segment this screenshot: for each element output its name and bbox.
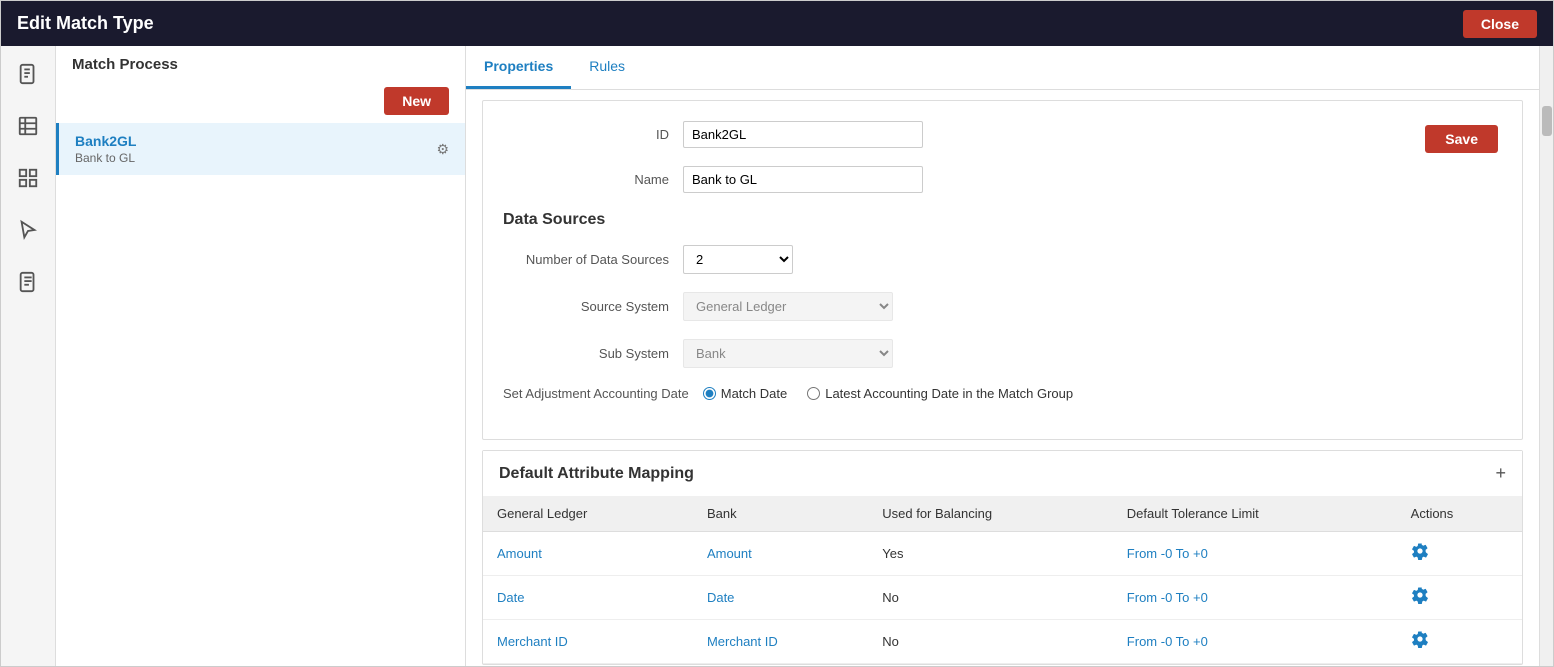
cell-tolerance: From -0 To +0 <box>1113 576 1397 620</box>
cell-bank: Amount <box>693 532 868 576</box>
radio-match-date-label: Match Date <box>721 386 787 401</box>
attr-table: General Ledger Bank Used for Balancing D… <box>483 496 1522 664</box>
close-button[interactable]: Close <box>1463 10 1537 38</box>
new-button[interactable]: New <box>384 87 449 115</box>
content-scroll: Save ID Name Data Sources <box>466 90 1539 666</box>
source-system-group: Source System General Ledger <box>503 292 1502 321</box>
col-bank: Bank <box>693 496 868 532</box>
name-input[interactable] <box>683 166 923 193</box>
left-icon-bar <box>1 46 56 666</box>
num-data-sources-label: Number of Data Sources <box>503 252 683 267</box>
col-actions: Actions <box>1397 496 1522 532</box>
radio-latest-date-input[interactable] <box>807 387 820 400</box>
sub-system-label: Sub System <box>503 346 683 361</box>
col-used-for-balancing: Used for Balancing <box>868 496 1113 532</box>
properties-panel: Save ID Name Data Sources <box>482 100 1523 440</box>
id-label: ID <box>503 127 683 142</box>
table-row: Merchant ID Merchant ID No From -0 To +0 <box>483 620 1522 664</box>
name-label: Name <box>503 172 683 187</box>
name-field-group: Name <box>503 166 1502 193</box>
note-icon[interactable] <box>10 264 46 300</box>
id-field-group: ID <box>503 121 1502 148</box>
grid-icon[interactable] <box>10 160 46 196</box>
sub-system-group: Sub System Bank <box>503 339 1502 368</box>
cell-tolerance: From -0 To +0 <box>1113 532 1397 576</box>
col-default-tolerance: Default Tolerance Limit <box>1113 496 1397 532</box>
sub-system-select: Bank <box>683 339 893 368</box>
source-system-select: General Ledger <box>683 292 893 321</box>
cell-actions <box>1397 532 1522 576</box>
cursor-icon[interactable] <box>10 212 46 248</box>
sidebar-item-sub: Bank to GL <box>75 151 136 165</box>
sidebar: Match Process New Bank2GL Bank to GL ⚙ <box>56 46 466 666</box>
cell-tolerance: From -0 To +0 <box>1113 620 1397 664</box>
cell-general-ledger: Amount <box>483 532 693 576</box>
data-sources-section: Data Sources Number of Data Sources 2 1 … <box>503 211 1502 401</box>
tab-properties[interactable]: Properties <box>466 46 571 89</box>
id-input[interactable] <box>683 121 923 148</box>
tab-rules[interactable]: Rules <box>571 46 643 89</box>
num-data-sources-select[interactable]: 2 1 3 <box>683 245 793 274</box>
scrollbar[interactable] <box>1539 46 1553 666</box>
table-icon[interactable] <box>10 108 46 144</box>
data-sources-title: Data Sources <box>503 211 1502 229</box>
radio-group: Match Date Latest Accounting Date in the… <box>703 386 1073 401</box>
cell-actions <box>1397 620 1522 664</box>
page-title: Edit Match Type <box>17 13 154 34</box>
cell-used-for-balancing: No <box>868 576 1113 620</box>
cell-used-for-balancing: Yes <box>868 532 1113 576</box>
adjustment-date-label: Set Adjustment Accounting Date <box>503 386 703 401</box>
add-icon[interactable]: + <box>1495 463 1506 484</box>
adjustment-date-group: Set Adjustment Accounting Date Match Dat… <box>503 386 1502 401</box>
row-gear-icon[interactable] <box>1411 591 1429 608</box>
radio-match-date-input[interactable] <box>703 387 716 400</box>
default-attr-mapping-section: Default Attribute Mapping + General Ledg… <box>482 450 1523 665</box>
sidebar-item-name: Bank2GL <box>75 133 136 149</box>
sidebar-item-bank2gl[interactable]: Bank2GL Bank to GL ⚙ <box>56 123 465 175</box>
tab-bar: Properties Rules <box>466 46 1539 90</box>
cell-general-ledger: Merchant ID <box>483 620 693 664</box>
sidebar-header: Match Process <box>72 56 178 73</box>
default-attr-header: Default Attribute Mapping + <box>483 451 1522 496</box>
sidebar-gear-icon[interactable]: ⚙ <box>436 141 449 158</box>
cell-bank: Merchant ID <box>693 620 868 664</box>
table-row: Date Date No From -0 To +0 <box>483 576 1522 620</box>
radio-latest-date[interactable]: Latest Accounting Date in the Match Grou… <box>807 386 1073 401</box>
num-data-sources-group: Number of Data Sources 2 1 3 <box>503 245 1502 274</box>
save-button[interactable]: Save <box>1425 125 1498 153</box>
source-system-label: Source System <box>503 299 683 314</box>
col-general-ledger: General Ledger <box>483 496 693 532</box>
row-gear-icon[interactable] <box>1411 547 1429 564</box>
cell-actions <box>1397 576 1522 620</box>
default-attr-title: Default Attribute Mapping <box>499 465 694 483</box>
cell-general-ledger: Date <box>483 576 693 620</box>
row-gear-icon[interactable] <box>1411 635 1429 652</box>
doc-icon[interactable] <box>10 56 46 92</box>
radio-match-date[interactable]: Match Date <box>703 386 787 401</box>
cell-bank: Date <box>693 576 868 620</box>
radio-latest-date-label: Latest Accounting Date in the Match Grou… <box>825 386 1073 401</box>
table-row: Amount Amount Yes From -0 To +0 <box>483 532 1522 576</box>
cell-used-for-balancing: No <box>868 620 1113 664</box>
